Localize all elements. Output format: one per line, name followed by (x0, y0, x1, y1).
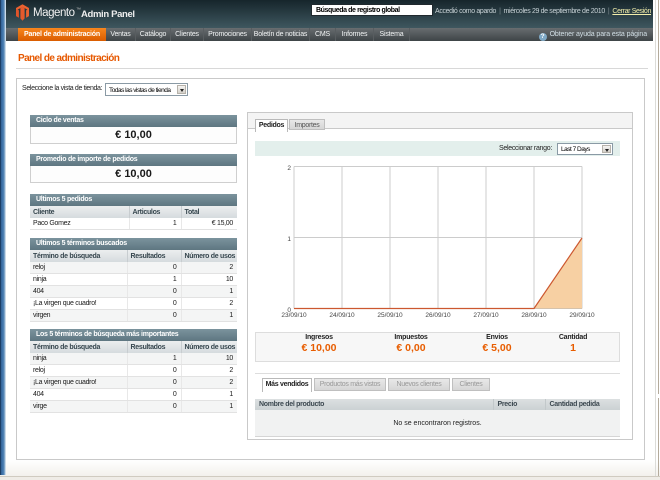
svg-text:25/09/10: 25/09/10 (377, 312, 403, 319)
svg-text:29/09/10: 29/09/10 (569, 312, 595, 319)
svg-text:23/09/10: 23/09/10 (281, 312, 307, 319)
svg-text:24/09/10: 24/09/10 (329, 312, 355, 319)
svg-text:28/09/10: 28/09/10 (521, 312, 547, 319)
svg-text:2: 2 (287, 165, 291, 172)
svg-text:26/09/10: 26/09/10 (425, 312, 451, 319)
svg-text:27/09/10: 27/09/10 (473, 312, 499, 319)
svg-text:1: 1 (287, 236, 291, 243)
